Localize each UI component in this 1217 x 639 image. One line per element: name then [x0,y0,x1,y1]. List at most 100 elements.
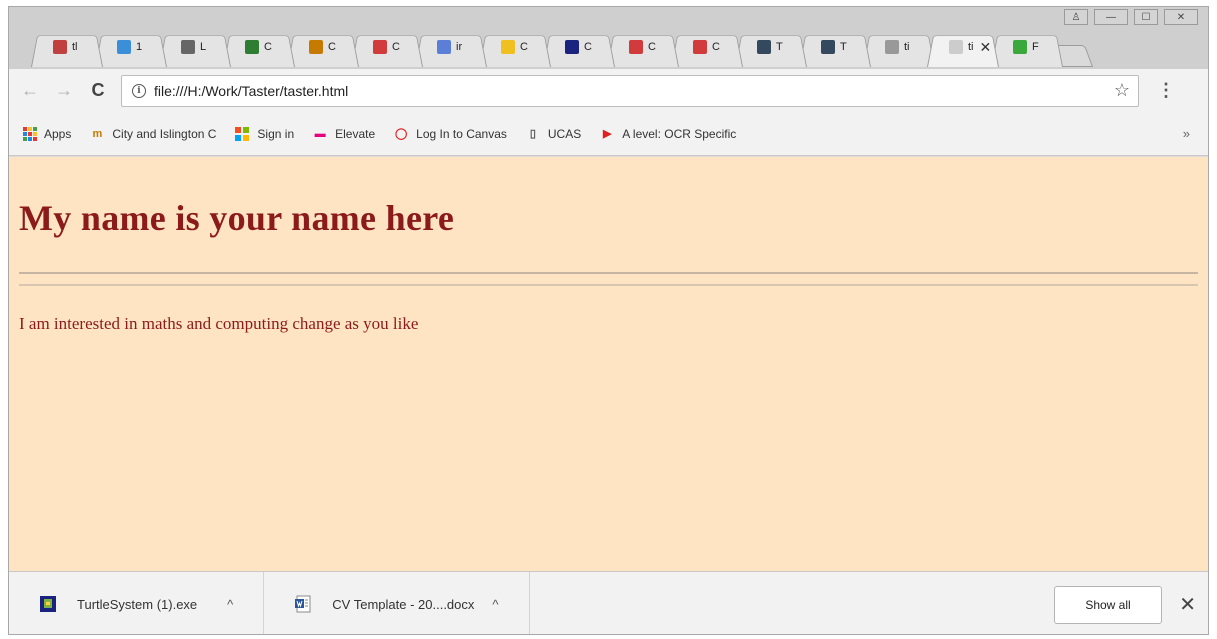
tab-favicon-icon [117,40,131,54]
tab[interactable]: 1 [95,27,167,67]
tab-label: F [1032,41,1039,53]
bookmark-label: Elevate [335,126,376,141]
tab[interactable]: C [607,27,679,67]
tab-favicon-icon [245,40,259,54]
tab-favicon-icon [629,40,643,54]
bookmarks-overflow-icon[interactable]: » [1183,126,1190,141]
tab-label: tl [72,41,78,53]
user-icon[interactable]: ♙ [1064,9,1088,25]
url-text[interactable]: file:///H:/Work/Taster/taster.html [154,83,348,99]
bookmark-item[interactable]: Sign in [234,126,295,141]
exe-file-icon [40,596,56,612]
back-button[interactable]: ← [17,78,43,104]
download-item[interactable]: TurtleSystem (1).exe ^ [9,572,265,634]
page-paragraph: I am interested in maths and computing c… [19,314,419,333]
tab-label: 1 [136,41,143,53]
apps-grid-icon [23,126,37,141]
tab-label: T [840,41,847,53]
tab-label: ti [968,41,974,53]
reload-button[interactable]: C [85,78,111,104]
tab-label: C [712,41,720,53]
tab[interactable]: ti ✕ [927,27,999,67]
browser-window: tl 1 L C C Cir C C C C T Tti ti ✕ F ♙ — ☐ ✕ ← → C i fi… [8,6,1209,635]
window-controls: ♙ — ☐ ✕ [1064,9,1198,25]
maximize-button[interactable]: ☐ [1134,9,1158,25]
tab-label: C [264,41,272,53]
tab-favicon-icon [757,40,771,54]
bookmark-label: Log In to Canvas [416,126,507,141]
tab[interactable]: C [351,27,423,67]
tab-label: L [200,41,207,53]
forward-button[interactable]: → [51,78,77,104]
tab-label: ti [904,41,910,53]
tab-favicon-icon [53,40,67,54]
divider [19,284,1198,286]
bookmark-label: Apps [44,126,72,141]
bookmark-item[interactable]: m City and Islington C [89,127,216,141]
bookmark-item[interactable]: ▬ Elevate [312,126,376,141]
tab-label: T [776,41,783,53]
tab[interactable]: F [991,27,1063,67]
minimize-button[interactable]: — [1094,9,1128,25]
tab[interactable]: T [735,27,807,67]
tab-close-icon[interactable]: ✕ [980,39,992,56]
address-bar[interactable]: i file:///H:/Work/Taster/taster.html ☆ [121,74,1139,107]
tab-favicon-icon [309,40,323,54]
tab-favicon-icon [1013,40,1027,54]
tab[interactable]: tl [31,27,103,67]
bookmark-favicon-icon: ◯ [395,128,408,140]
tab-label: C [328,41,336,53]
tab[interactable]: ti [863,27,935,67]
bookmark-favicon-icon: ▯ [529,128,536,140]
bookmark-label: City and Islington C [112,126,217,141]
tab-label: ir [456,41,463,53]
tab[interactable]: C [543,27,615,67]
bookmark-label: UCAS [547,126,582,141]
tab-label: C [648,41,656,53]
tab-label: C [392,41,400,53]
tab[interactable]: C [223,27,295,67]
menu-icon[interactable]: ⋮ [1157,80,1175,101]
close-download-bar-icon[interactable]: ✕ [1179,592,1196,617]
download-bar: TurtleSystem (1).exe ^ CV Template - 20.… [9,571,1208,634]
tab[interactable]: C [671,27,743,67]
tab-favicon-icon [373,40,387,54]
tab-favicon-icon [565,40,579,54]
close-window-button[interactable]: ✕ [1164,9,1198,25]
tab[interactable]: T [799,27,871,67]
chevron-up-icon[interactable]: ^ [492,597,498,612]
tab-favicon-icon [949,40,963,54]
show-all-button[interactable]: Show all [1054,586,1162,624]
bookmark-apps[interactable]: Apps [23,126,72,141]
download-filename: TurtleSystem (1).exe [77,596,198,612]
tab-favicon-icon [885,40,899,54]
bookmark-label: A level: OCR Specific [622,126,737,141]
page-heading: My name is your name here [19,198,455,238]
bookmark-item[interactable]: ◯ Log In to Canvas [393,127,507,141]
tab[interactable]: ir [415,27,487,67]
bookmark-favicon-icon: m [92,127,103,140]
page-content: My name is your name here I am intereste… [9,157,1208,571]
tab-label: C [520,41,528,53]
download-filename: CV Template - 20....docx [332,596,475,612]
star-icon[interactable]: ☆ [1114,80,1130,101]
bookmark-label: Sign in [257,126,295,141]
bookmark-favicon-icon: ▬ [314,127,326,140]
bookmark-favicon-icon: ▶ [603,128,612,140]
bookmark-favicon-icon [234,126,250,141]
bookmark-item[interactable]: ▶ A level: OCR Specific [599,127,736,141]
info-icon[interactable]: i [132,83,146,98]
tab-favicon-icon [821,40,835,54]
download-item[interactable]: CV Template - 20....docx ^ [264,572,530,634]
toolbar: ← → C i file:///H:/Work/Taster/taster.ht… [9,69,1208,112]
tab-favicon-icon [693,40,707,54]
tab[interactable]: L [159,27,231,67]
tab[interactable]: C [287,27,359,67]
tab[interactable]: C [479,27,551,67]
chevron-up-icon[interactable]: ^ [227,597,233,612]
bookmark-item[interactable]: ▯ UCAS [525,127,581,141]
bookmarks-bar: Apps m City and Islington C Sign in ▬ Elevat… [9,112,1208,156]
divider [19,272,1198,274]
tab-label: C [584,41,592,53]
tab-favicon-icon [437,40,451,54]
